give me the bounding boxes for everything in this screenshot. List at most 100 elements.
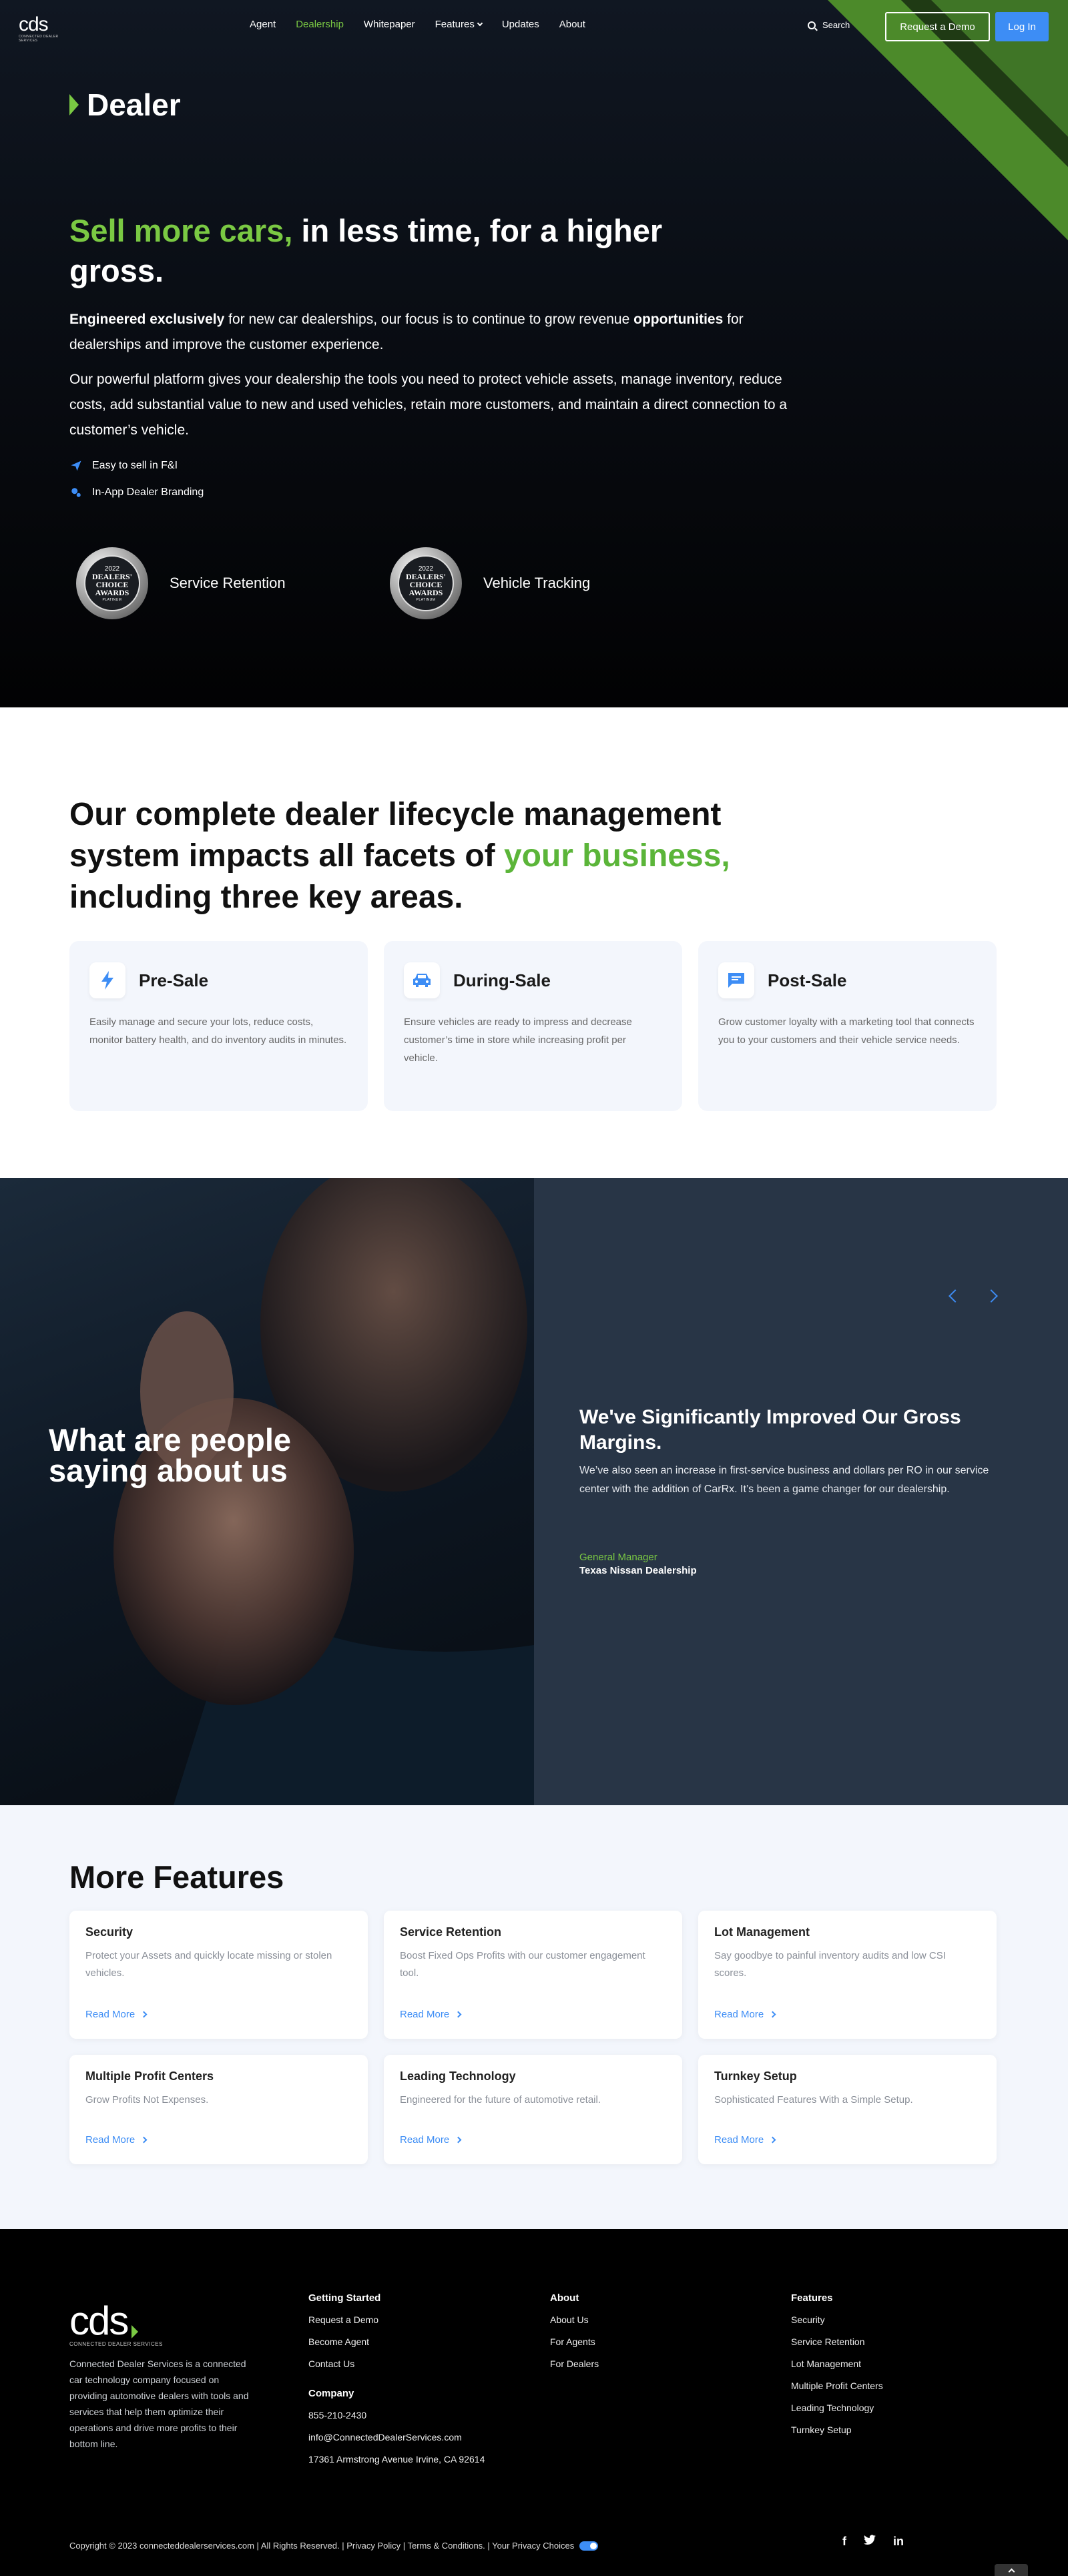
feature-title: Security [85, 1925, 134, 1939]
nav-agent[interactable]: Agent [250, 19, 276, 30]
card-pre-sale: Pre-Sale Easily manage and secure your l… [69, 941, 368, 1111]
read-more-link[interactable]: Read More [400, 2134, 462, 2146]
footer-about-text: Connected Dealer Services is a connected… [69, 2358, 249, 2449]
footer-about: About About Us For Agents For Dealers [550, 2292, 599, 2380]
read-more-label: Read More [85, 2134, 136, 2146]
award-year: 2022 [418, 565, 434, 573]
chevron-right-icon[interactable] [985, 1289, 998, 1303]
footer-link[interactable]: For Agents [550, 2336, 599, 2347]
read-more-link[interactable]: Read More [85, 2009, 148, 2020]
read-more-link[interactable]: Read More [85, 2134, 148, 2146]
feature-description: Protect your Assets and quickly locate m… [85, 1950, 332, 1979]
read-more-link[interactable]: Read More [714, 2009, 776, 2020]
footer-link[interactable]: Contact Us [308, 2358, 485, 2369]
nav-about[interactable]: About [559, 19, 585, 30]
nav-whitepaper[interactable]: Whitepaper [364, 19, 415, 30]
facebook-icon[interactable]: f [842, 2535, 846, 2549]
login-button[interactable]: Log In [995, 12, 1049, 41]
footer-link[interactable]: Request a Demo [308, 2314, 485, 2325]
hero-heading: Sell more cars, in less time, for a high… [69, 211, 737, 291]
search-label: Search [822, 20, 850, 30]
lightning-icon [89, 962, 125, 998]
chevron-up-icon [1008, 2568, 1015, 2575]
awards-row: 2022 DEALERS' CHOICE AWARDS PLATINUM Ser… [76, 547, 704, 619]
feature-description: Boost Fixed Ops Profits with our custome… [400, 1950, 645, 1979]
testimonial-panel: We've Significantly Improved Our Gross M… [534, 1178, 1068, 1805]
read-more-label: Read More [400, 2009, 450, 2020]
nav-dealership[interactable]: Dealership [296, 19, 344, 30]
page-title: Dealer [69, 87, 181, 123]
card-title: Pre-Sale [139, 970, 209, 990]
card-description: Easily manage and secure your lots, redu… [89, 1016, 347, 1046]
feature-title: Turnkey Setup [714, 2069, 797, 2083]
chevron-right-icon [769, 2011, 776, 2018]
list-item: Easy to sell in F&I [69, 459, 204, 472]
more-features-heading: More Features [69, 1859, 284, 1895]
main-nav: Agent Dealership Whitepaper Features Upd… [250, 19, 605, 30]
lifecycle-heading-2: including three key areas. [69, 880, 463, 915]
award-vehicle-tracking: 2022 DEALERS' CHOICE AWARDS PLATINUM Veh… [390, 547, 704, 619]
feature-card-lot-management: Lot Management Say goodbye to painful in… [698, 1911, 997, 2039]
award-label: Vehicle Tracking [483, 575, 591, 591]
feature-label: Easy to sell in F&I [92, 460, 178, 471]
hero-feature-list: Easy to sell in F&I In-App Dealer Brandi… [69, 459, 204, 513]
footer-link[interactable]: Multiple Profit Centers [791, 2380, 883, 2391]
feature-card-security: Security Protect your Assets and quickly… [69, 1911, 368, 2039]
nav-features-label: Features [435, 19, 475, 30]
footer-link[interactable]: Become Agent [308, 2336, 485, 2347]
hero-intro: Engineered exclusively for new car deale… [69, 307, 804, 358]
card-description: Ensure vehicles are ready to impress and… [404, 1016, 632, 1064]
brand-icon [69, 486, 83, 499]
footer-email[interactable]: info@ConnectedDealerServices.com [308, 2432, 485, 2443]
footer-link[interactable]: Lot Management [791, 2358, 883, 2369]
features-grid: Security Protect your Assets and quickly… [69, 1911, 997, 2164]
hero-section: cds CONNECTED DEALER SERVICES Agent Deal… [0, 0, 1068, 707]
card-title: During-Sale [453, 970, 551, 990]
footer-logo[interactable]: cds CONNECTED DEALER SERVICES [69, 2301, 163, 2348]
feature-card-turnkey-setup: Turnkey Setup Sophisticated Features Wit… [698, 2055, 997, 2164]
scroll-to-top-button[interactable] [995, 2564, 1028, 2576]
footer-logo-tagline: CONNECTED DEALER SERVICES [69, 2341, 163, 2347]
linkedin-icon[interactable]: in [893, 2535, 904, 2549]
footer-link[interactable]: Turnkey Setup [791, 2425, 883, 2435]
footer-link[interactable]: For Dealers [550, 2358, 599, 2369]
hero-heading-highlight: Sell more cars, [69, 213, 293, 248]
footer-col-title: Getting Started [308, 2292, 381, 2304]
search-button[interactable]: Search [808, 20, 850, 30]
hero-intro-text-1: for new car dealerships, our focus is to… [224, 312, 634, 327]
feature-description: Say goodbye to painful inventory audits … [714, 1950, 946, 1979]
lifecycle-heading-highlight: your business, [503, 838, 730, 874]
award-badge: 2022 DEALERS' CHOICE AWARDS PLATINUM [76, 547, 148, 619]
footer-link[interactable]: About Us [550, 2314, 599, 2325]
lifecycle-heading: Our complete dealer lifecycle management… [69, 794, 804, 918]
feature-label: In-App Dealer Branding [92, 487, 204, 498]
read-more-label: Read More [714, 2009, 764, 2020]
testimonial-heading: What are people saying about us [49, 1422, 292, 1488]
chevron-right-icon [140, 2011, 148, 2018]
award-service-retention: 2022 DEALERS' CHOICE AWARDS PLATINUM Ser… [76, 547, 390, 619]
list-item: In-App Dealer Branding [69, 486, 204, 499]
award-sub: PLATINUM [102, 597, 122, 602]
nav-updates[interactable]: Updates [502, 19, 539, 30]
read-more-link[interactable]: Read More [714, 2134, 776, 2146]
chevron-down-icon [477, 20, 483, 26]
chevron-right-icon [455, 2136, 462, 2144]
request-demo-button[interactable]: Request a Demo [885, 12, 990, 41]
footer-phone[interactable]: 855-210-2430 [308, 2410, 485, 2421]
footer-col-title: About [550, 2292, 579, 2304]
footer-link[interactable]: Leading Technology [791, 2402, 883, 2413]
quote-title: We've Significantly Improved Our Gross M… [579, 1406, 961, 1454]
read-more-link[interactable]: Read More [400, 2009, 462, 2020]
chevron-left-icon[interactable] [949, 1289, 962, 1303]
footer-link[interactable]: Security [791, 2314, 883, 2325]
privacy-choices-toggle-icon[interactable] [579, 2541, 599, 2551]
chevron-right-icon [769, 2136, 776, 2144]
search-icon [808, 21, 816, 29]
footer-link[interactable]: Service Retention [791, 2336, 883, 2347]
quote-text: We’ve also seen an increase in first-ser… [579, 1465, 989, 1495]
site-logo[interactable]: cds CONNECTED DEALER SERVICES [19, 15, 72, 43]
chevron-right-icon [131, 2324, 139, 2338]
copyright-text[interactable]: Copyright © 2023 connecteddealerservices… [69, 2541, 574, 2551]
nav-features[interactable]: Features [435, 19, 483, 30]
twitter-icon[interactable] [864, 2535, 876, 2549]
